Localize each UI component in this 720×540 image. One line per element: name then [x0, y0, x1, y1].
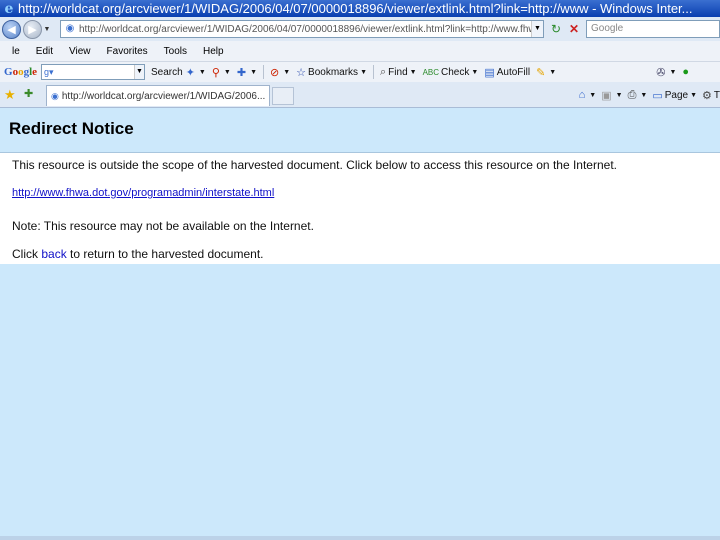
page-icon: ◉	[51, 90, 59, 101]
find-icon: ⌕	[380, 65, 387, 78]
tab-active[interactable]: ◉ http://worldcat.org/arcviewer/1/WIDAG/…	[46, 85, 270, 106]
window-title: http://worldcat.org/arcviewer/1/WIDAG/20…	[18, 1, 693, 16]
redirect-link-line: http://www.fhwa.dot.gov/programadmin/int…	[12, 185, 274, 199]
spell-check-icon: ABC	[422, 67, 440, 77]
green-dot-icon: ●	[682, 66, 690, 78]
popup-blocker-button[interactable]: ⊘ ▼	[270, 66, 290, 79]
internet-explorer-icon: e	[4, 0, 14, 17]
back-prefix: Click	[12, 247, 38, 261]
page-title: Redirect Notice	[9, 119, 134, 138]
menu-favorites[interactable]: Favorites	[107, 46, 148, 57]
find-button[interactable]: ⌕ Find ▼	[380, 66, 417, 79]
google-toolbar: Google g▾ ▼ Search ✦ ▼ ⚲ ▼ ✚ ▼ ⊘ ▼ ☆ Bookmarks…	[0, 61, 720, 82]
feeds-icon: ▣	[601, 89, 612, 102]
search-input[interactable]: Google	[586, 20, 720, 38]
notice-text: This resource is outside the scope of th…	[12, 158, 617, 172]
tab-row: ★ ✚ ◉ http://worldcat.org/arcviewer/1/WI…	[0, 82, 720, 108]
new-tab-button[interactable]	[272, 87, 294, 105]
add-favorites-icon[interactable]: ✚	[24, 87, 33, 100]
address-field[interactable]: ◉ http://worldcat.org/arcviewer/1/WIDAG/…	[60, 20, 544, 38]
gear-icon: ⚙	[702, 89, 712, 102]
toolbar-separator	[373, 65, 374, 79]
command-bar: ⌂ ▼ ▣ ▼ ⎙ ▼ ▭ Page ▼ ⚙ T	[574, 86, 720, 104]
feeds-button[interactable]: ▣ ▼	[601, 89, 622, 102]
google-search-input[interactable]: g▾ ▼	[41, 64, 146, 80]
back-suffix: to return to the harvested document.	[70, 247, 264, 261]
forward-arrow-icon[interactable]: ▶	[23, 19, 42, 39]
status-strip	[0, 536, 720, 540]
address-row: ◀ ▶ ▼ ◉ http://worldcat.org/arcviewer/1/…	[0, 17, 720, 41]
tools-menu-button[interactable]: ⚙ T	[702, 89, 720, 102]
redirect-link[interactable]: http://www.fhwa.dot.gov/programadmin/int…	[12, 187, 274, 199]
stop-icon[interactable]: ✕	[566, 21, 582, 37]
page-icon: ◉	[65, 23, 75, 34]
google-logo[interactable]: Google	[4, 66, 37, 78]
status-button[interactable]: ●	[682, 66, 691, 78]
address-url[interactable]: http://worldcat.org/arcviewer/1/WIDAG/20…	[79, 24, 531, 35]
menu-bar: le Edit View Favorites Tools Help	[0, 41, 720, 61]
autofill-icon: ▤	[484, 66, 495, 79]
home-button[interactable]: ⌂ ▼	[579, 89, 597, 101]
tab-label: http://worldcat.org/arcviewer/1/WIDAG/20…	[61, 90, 266, 102]
page-menu-button[interactable]: ▭ Page ▼	[652, 89, 697, 102]
menu-file[interactable]: le	[12, 46, 20, 57]
autofill-button[interactable]: ▤ AutoFill	[484, 66, 530, 79]
spell-check-button[interactable]: ABC Check ▼	[423, 67, 479, 78]
google-search-dropdown-icon[interactable]: ▼	[134, 65, 145, 79]
print-button[interactable]: ⎙ ▼	[628, 89, 648, 102]
menu-view[interactable]: View	[69, 46, 91, 57]
arrows-icon: ✚	[236, 66, 247, 79]
popup-blocker-icon: ⊘	[270, 66, 280, 79]
google-search-button[interactable]: Search ✦ ▼	[151, 66, 206, 79]
history-dropdown-icon[interactable]: ▼	[42, 26, 52, 33]
wrench-icon: ✇	[656, 66, 666, 79]
pin-icon: ⚲	[211, 66, 220, 79]
pin-button[interactable]: ⚲ ▼	[212, 66, 231, 79]
availability-note: Note: This resource may not be available…	[12, 219, 314, 233]
favorites-star-icon[interactable]: ★	[4, 87, 16, 103]
wrench-button[interactable]: ✇ ▼	[656, 66, 676, 79]
notice-panel: This resource is outside the scope of th…	[0, 152, 720, 264]
sparkle-icon: ✦	[185, 66, 195, 79]
address-dropdown-icon[interactable]: ▼	[531, 21, 543, 37]
window-titlebar[interactable]: e http://worldcat.org/arcviewer/1/WIDAG/…	[0, 0, 720, 17]
back-arrow-icon[interactable]: ◀	[2, 19, 21, 39]
bookmarks-button[interactable]: ☆ Bookmarks ▼	[296, 66, 367, 79]
page-content: Redirect Notice This resource is outside…	[0, 108, 720, 540]
home-icon: ⌂	[578, 89, 586, 101]
arrows-button[interactable]: ✚ ▼	[237, 66, 257, 79]
highlight-button[interactable]: ✎ ▼	[536, 66, 556, 79]
toolbar-separator	[263, 65, 265, 79]
menu-tools[interactable]: Tools	[164, 46, 187, 57]
refresh-icon[interactable]: ↻	[548, 21, 564, 37]
menu-edit[interactable]: Edit	[36, 46, 53, 57]
back-line: Click back to return to the harvested do…	[12, 247, 264, 261]
printer-icon: ⎙	[627, 88, 637, 101]
back-link[interactable]: back	[41, 247, 66, 261]
menu-help[interactable]: Help	[203, 46, 224, 57]
page-menu-icon: ▭	[652, 89, 663, 102]
highlighter-icon: ✎	[536, 66, 546, 79]
google-g-icon: g▾	[44, 66, 54, 77]
star-icon: ☆	[296, 66, 307, 79]
